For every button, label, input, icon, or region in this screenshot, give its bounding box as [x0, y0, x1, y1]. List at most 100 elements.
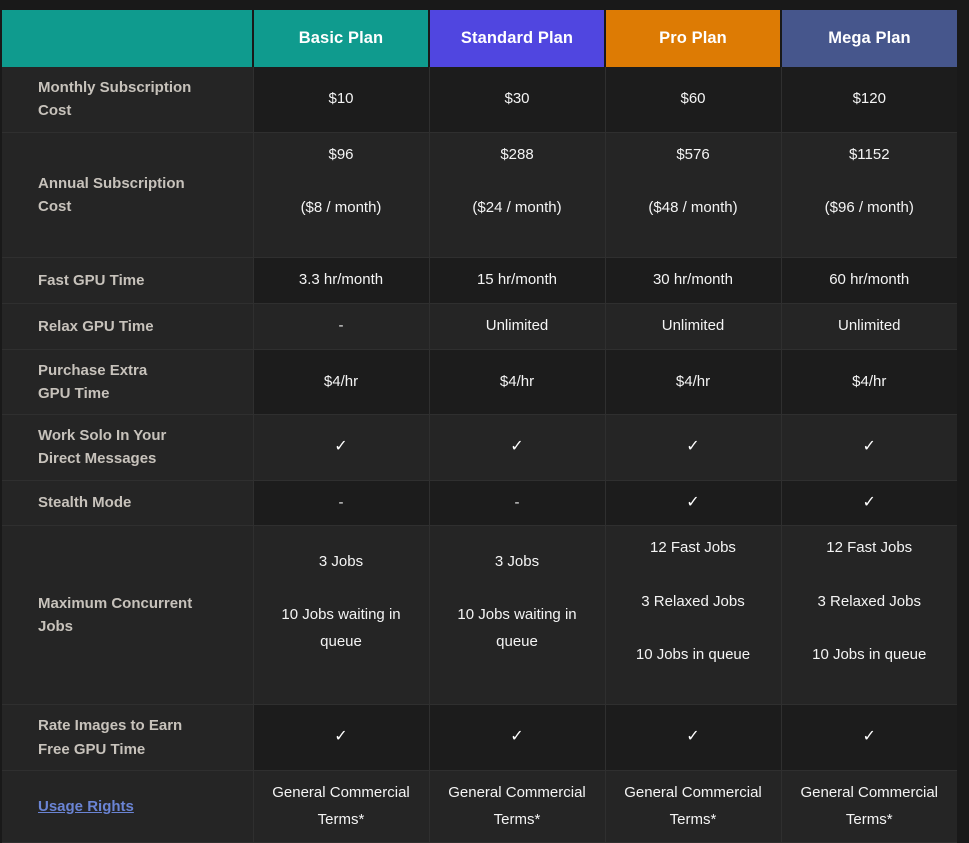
- header-corner-cell: [2, 10, 253, 67]
- header-plan-mega[interactable]: Mega Plan: [780, 10, 957, 67]
- table-row: Purchase Extra GPU Time $4/hr $4/hr $4/hr $4/…: [2, 349, 957, 416]
- row-label-line: GPU Time: [38, 384, 110, 402]
- cell-value: $10: [253, 67, 430, 133]
- row-label-line: Fast GPU Time: [38, 271, 145, 289]
- cell-value-line: $120: [852, 89, 886, 107]
- row-label-line: Cost: [38, 197, 72, 215]
- cell-value: Unlimited: [781, 303, 957, 350]
- row-label: Maximum Concurrent Jobs: [2, 525, 254, 706]
- cell-value-line: 3 Relaxed Jobs: [641, 592, 745, 610]
- cell-value-line: Unlimited: [837, 316, 901, 334]
- cell-value: 12 Fast Jobs 3 Relaxed Jobs 10 Jobs in que…: [605, 525, 782, 706]
- cell-value: -: [429, 480, 606, 527]
- row-label: Fast GPU Time: [2, 257, 254, 304]
- cell-value-line: ($24 / month): [472, 198, 562, 216]
- table-row: Monthly Subscription Cost $10 $30 $60 $120: [2, 67, 957, 133]
- cell-value-line: $4/hr: [675, 372, 711, 390]
- cell-value: 3 Jobs 10 Jobs waiting in queue: [253, 525, 430, 706]
- row-label-line: Direct Messages: [38, 450, 157, 468]
- header-plan-basic[interactable]: Basic Plan: [252, 10, 429, 67]
- cell-value: ✓: [253, 704, 430, 771]
- cell-value: ✓: [781, 704, 957, 771]
- cell-value-line: Unlimited: [661, 316, 725, 334]
- cell-value-line: 3 Relaxed Jobs: [817, 592, 921, 610]
- cell-value: $60: [605, 67, 782, 133]
- row-label: Rate Images to Earn Free GPU Time: [2, 704, 254, 771]
- cell-value-line: ($48 / month): [648, 198, 738, 216]
- cell-value: 12 Fast Jobs 3 Relaxed Jobs 10 Jobs in que…: [781, 525, 957, 706]
- row-label: Work Solo In Your Direct Messages: [2, 414, 254, 481]
- cell-value-line: $10: [328, 89, 354, 107]
- check-icon: ✓: [686, 438, 700, 456]
- cell-value: 30 hr/month: [605, 257, 782, 304]
- cell-value-line: ($8 / month): [300, 198, 382, 216]
- cell-value: ✓: [781, 414, 957, 481]
- cell-value-line: 3 Jobs: [318, 552, 364, 570]
- row-label-line: Monthly Subscription: [38, 79, 192, 96]
- row-label-line: Rate Images to Earn: [38, 717, 183, 735]
- cell-value-line: $1152: [848, 145, 890, 163]
- table-row: Stealth Mode - - ✓ ✓: [2, 480, 957, 527]
- not-included-dash-icon: -: [338, 316, 344, 334]
- cell-value: General Commercial Terms*: [253, 770, 430, 843]
- cell-value: General Commercial Terms*: [605, 770, 782, 843]
- not-included-dash-icon: -: [338, 493, 344, 511]
- row-label-line: Relax GPU Time: [38, 317, 154, 335]
- check-icon: ✓: [510, 438, 524, 456]
- row-label-line: Purchase Extra: [38, 361, 148, 379]
- table-row: Maximum Concurrent Jobs 3 Jobs 10 Jobs wait…: [2, 525, 957, 706]
- cell-value-line: General Commercial Terms*: [448, 783, 586, 828]
- cell-value: ✓: [605, 704, 782, 771]
- table-header: Basic Plan Standard Plan Pro Plan Mega P…: [2, 10, 957, 67]
- pricing-comparison-table: Basic Plan Standard Plan Pro Plan Mega P…: [2, 10, 957, 843]
- cell-value-line: Unlimited: [485, 316, 549, 334]
- not-included-dash-icon: -: [514, 493, 520, 511]
- cell-value-line: $576: [676, 145, 710, 163]
- row-label-line: Maximum Concurrent: [38, 595, 193, 613]
- row-label-line: Cost: [38, 102, 72, 120]
- cell-value-line: 60 hr/month: [829, 271, 910, 289]
- table-row: Rate Images to Earn Free GPU Time ✓ ✓ ✓ ✓: [2, 704, 957, 771]
- check-icon: ✓: [862, 728, 876, 746]
- cell-value: $30: [429, 67, 606, 133]
- check-icon: ✓: [510, 728, 524, 746]
- cell-value: 60 hr/month: [781, 257, 957, 304]
- row-label: Stealth Mode: [2, 480, 254, 527]
- cell-value-line: $288: [500, 145, 534, 163]
- table-row: Usage Rights General Commercial Terms* Gen…: [2, 770, 957, 843]
- row-label[interactable]: Usage Rights: [2, 770, 254, 843]
- header-plan-pro[interactable]: Pro Plan: [604, 10, 781, 67]
- row-label-line: Annual Subscription: [38, 174, 185, 192]
- cell-value-line: $4/hr: [852, 372, 887, 390]
- cell-value: $4/hr: [781, 349, 957, 416]
- row-label-line: Stealth Mode: [38, 494, 132, 512]
- cell-value: $4/hr: [253, 349, 430, 416]
- cell-value-line: 3 Jobs: [494, 552, 540, 570]
- cell-value: Unlimited: [605, 303, 782, 350]
- cell-value: $576 ($48 / month): [605, 132, 782, 259]
- cell-value: General Commercial Terms*: [781, 770, 957, 843]
- cell-value-line: $96: [328, 145, 354, 163]
- check-icon: ✓: [686, 493, 700, 511]
- cell-value: General Commercial Terms*: [429, 770, 606, 843]
- cell-value-line: 10 Jobs in queue: [812, 646, 927, 664]
- cell-value-line: $30: [504, 89, 530, 107]
- cell-value-line: General Commercial Terms*: [624, 783, 762, 828]
- check-icon: ✓: [334, 438, 348, 456]
- cell-value-line: 3.3 hr/month: [298, 271, 384, 289]
- cell-value-line: 10 Jobs in queue: [635, 646, 751, 664]
- cell-value-line: General Commercial Terms*: [800, 783, 939, 828]
- cell-value-line: 15 hr/month: [476, 271, 558, 289]
- check-icon: ✓: [334, 728, 348, 746]
- usage-rights-link[interactable]: Usage Rights: [38, 798, 134, 815]
- row-label: Monthly Subscription Cost: [2, 67, 254, 133]
- header-plan-standard[interactable]: Standard Plan: [428, 10, 605, 67]
- cell-value: -: [253, 303, 430, 350]
- table-row: Work Solo In Your Direct Messages ✓ ✓ ✓ ✓: [2, 414, 957, 481]
- row-label: Annual Subscription Cost: [2, 132, 254, 259]
- cell-value-line: ($96 / month): [824, 198, 914, 216]
- cell-value-line: 12 Fast Jobs: [826, 539, 913, 557]
- cell-value-line: $60: [680, 89, 706, 107]
- cell-value: $1152 ($96 / month): [781, 132, 957, 259]
- row-label: Purchase Extra GPU Time: [2, 349, 254, 416]
